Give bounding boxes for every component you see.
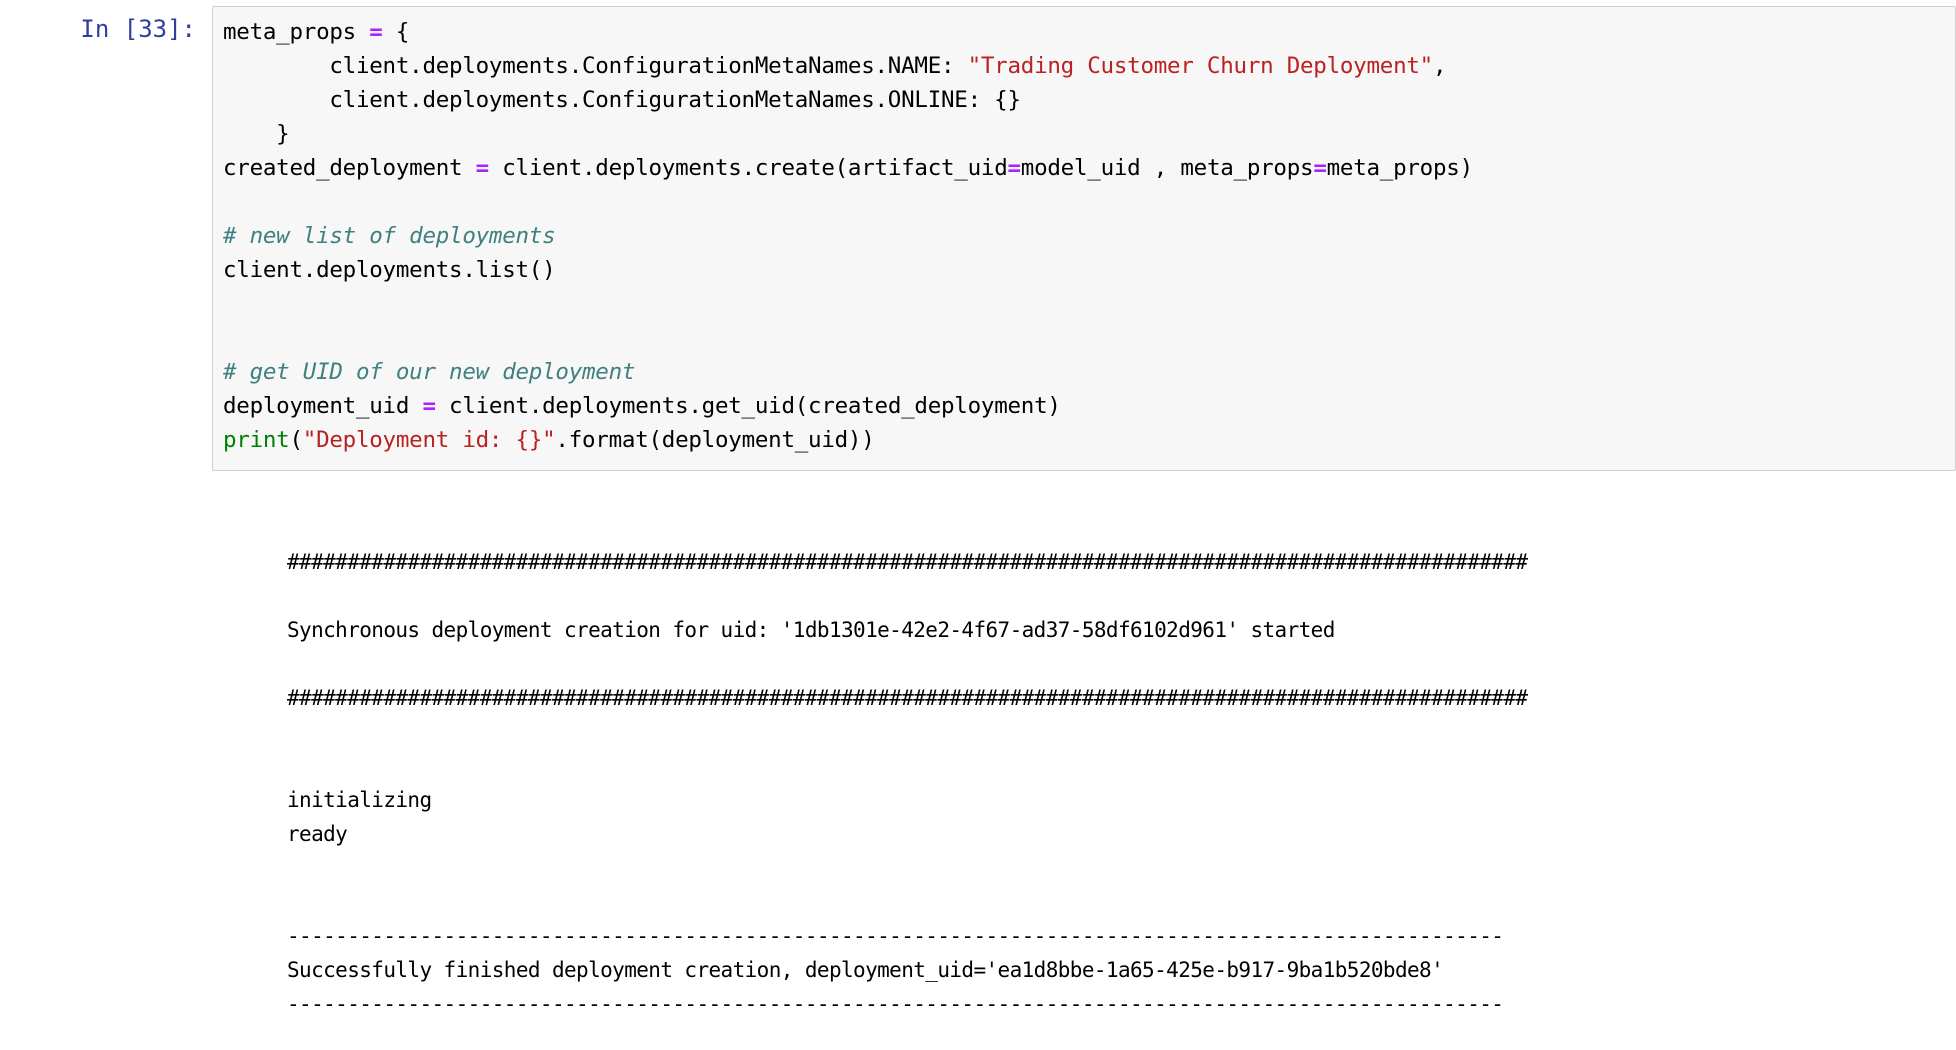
output-dash-rule-top: ----------------------------------------… [287, 924, 1504, 948]
output-blank-line-3 [287, 715, 1956, 749]
code-cell[interactable]: In [33]: meta_props = { client.deploymen… [0, 6, 1956, 471]
cell-output: ########################################… [0, 545, 1956, 1021]
output-hash-rule-bottom: ########################################… [287, 686, 1528, 710]
assign-operator-1: = [369, 19, 383, 45]
output-stream-text: ########################################… [287, 545, 1956, 1021]
output-started-message: Synchronous deployment creation for uid:… [287, 618, 1335, 642]
output-blank-line-2 [287, 647, 1956, 681]
output-blank-line-4 [287, 749, 1956, 783]
output-status-initializing: initializing [287, 788, 432, 812]
output-stream-area: ########################################… [212, 545, 1956, 1021]
output-finished-message: Successfully finished deployment creatio… [287, 958, 1444, 982]
string-print-format: "Deployment id: {}" [302, 427, 556, 453]
output-blank-line-1 [287, 579, 1956, 613]
output-blank-line-5 [287, 851, 1956, 885]
assign-operator-2: = [475, 155, 490, 181]
kwarg-operator-2: = [1313, 155, 1327, 181]
code-editor[interactable]: meta_props = { client.deployments.Config… [212, 6, 1956, 471]
output-blank-line-6 [287, 885, 1956, 919]
jupyter-notebook-cell-view: In [33]: meta_props = { client.deploymen… [0, 0, 1956, 1050]
input-prompt-label[interactable]: In [33]: [0, 6, 212, 46]
kwarg-operator-1: = [1007, 155, 1022, 181]
string-deployment-name: "Trading Customer Churn Deployment" [967, 53, 1434, 79]
code-line-1: meta_props [223, 19, 370, 45]
comment-get-uid: # get UID of our new deployment [223, 359, 636, 385]
code-source[interactable]: meta_props = { client.deployments.Config… [223, 15, 1955, 457]
output-hash-rule-top: ########################################… [287, 550, 1528, 574]
comment-new-list: # new list of deployments [223, 223, 556, 249]
assign-operator-3: = [422, 393, 436, 419]
output-dash-rule-bottom: ----------------------------------------… [287, 992, 1504, 1016]
output-status-ready: ready [287, 822, 348, 846]
builtin-print: print [223, 427, 290, 453]
